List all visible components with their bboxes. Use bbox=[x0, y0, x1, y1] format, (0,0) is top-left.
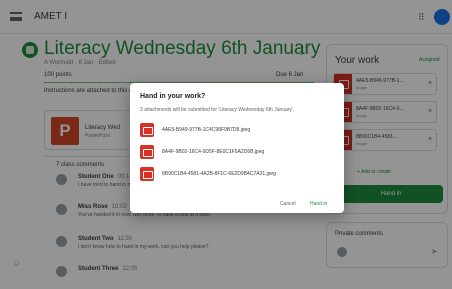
dialog-file-name: 8A4F-9B02-16C4-9D5F-8E0C1F5A2D6B.jpeg bbox=[162, 149, 265, 155]
dialog-title: Hand in your work? bbox=[140, 93, 206, 100]
dialog-file-item[interactable]: 4AE5-B949-977B-1C4C98F9B7D8.jpeg bbox=[140, 123, 334, 139]
cancel-button[interactable]: Cancel bbox=[280, 201, 296, 207]
dialog-file-name: 8B90C1B4-4581-4A2B-8F1C-6E2D9B4C7A31.jpe… bbox=[162, 171, 276, 177]
dialog-description: 3 attachments will be submitted for 'Lit… bbox=[140, 107, 295, 113]
dialog-file-name: 4AE5-B949-977B-1C4C98F9B7D8.jpeg bbox=[162, 127, 251, 133]
hand-in-dialog: Hand in your work? 3 attachments will be… bbox=[130, 83, 344, 213]
image-file-icon bbox=[140, 123, 154, 137]
image-file-icon bbox=[140, 145, 154, 159]
confirm-hand-in-button[interactable]: Hand in bbox=[310, 201, 327, 207]
image-file-icon bbox=[140, 167, 154, 181]
dialog-file-item[interactable]: 8A4F-9B02-16C4-9D5F-8E0C1F5A2D6B.jpeg bbox=[140, 145, 334, 161]
dialog-file-item[interactable]: 8B90C1B4-4581-4A2B-8F1C-6E2D9B4C7A31.jpe… bbox=[140, 167, 334, 183]
